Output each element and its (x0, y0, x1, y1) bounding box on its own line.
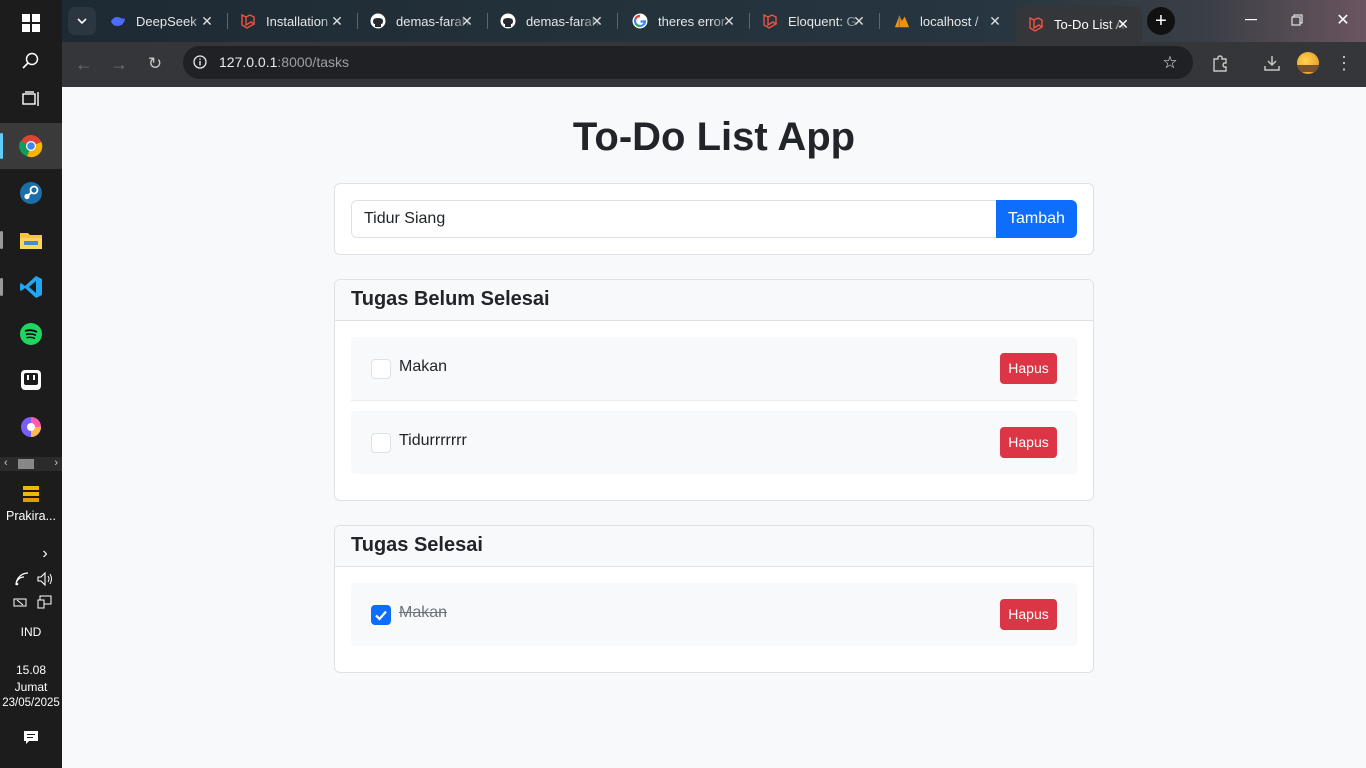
tab-installation[interactable]: Installation ✕ (228, 8, 356, 34)
delete-button[interactable]: Hapus (1000, 353, 1057, 384)
profile-avatar[interactable] (1297, 52, 1319, 74)
add-task-button[interactable]: Tambah (996, 200, 1077, 238)
language-indicator[interactable]: IND (0, 625, 62, 639)
notification-icon[interactable] (21, 729, 41, 747)
close-icon[interactable]: ✕ (986, 12, 1004, 30)
url-path: :8000/tasks (277, 54, 349, 70)
url-host: 127.0.0.1 (219, 54, 278, 70)
extensions-icon[interactable] (1210, 53, 1230, 73)
tab-github-1[interactable]: demas-farah ✕ (358, 8, 486, 34)
list-item: Makan Hapus (351, 583, 1077, 646)
scroll-left-icon[interactable]: ‹ (4, 457, 8, 469)
weather-icon (23, 486, 39, 502)
laravel-icon (762, 13, 778, 29)
spotify-icon[interactable] (0, 311, 62, 357)
weather-label: Prakira... (5, 509, 56, 523)
show-hidden-icons-icon[interactable]: › (36, 545, 54, 563)
tab-separator (879, 13, 880, 29)
google-icon (632, 13, 648, 29)
completed-tasks-heading: Tugas Selesai (335, 526, 1093, 567)
tab-github-2[interactable]: demas-farah ✕ (488, 8, 616, 34)
tab-phpmyadmin[interactable]: localhost / ✕ (882, 8, 1014, 34)
github-icon (370, 13, 386, 29)
tab-eloquent[interactable]: Eloquent: G ✕ (750, 8, 878, 34)
vscode-icon[interactable] (0, 264, 62, 310)
github-icon (500, 13, 516, 29)
task-text: Makan (399, 604, 448, 621)
windows-taskbar: ‹ › Prakira... › IND 15.08 Jumat 23/05/2… (0, 0, 62, 768)
tab-deepseek[interactable]: DeepSeek ✕ (98, 8, 226, 34)
tab-google[interactable]: theres error ✕ (620, 8, 748, 34)
task-text: Makan (399, 358, 448, 375)
close-icon[interactable]: ✕ (458, 12, 476, 30)
tab-title: localhost / (920, 13, 979, 29)
taskbar-scrollbar[interactable]: ‹ › (0, 457, 62, 471)
scroll-thumb[interactable] (18, 459, 34, 469)
pending-tasks-heading: Tugas Belum Selesai (335, 280, 1093, 321)
file-explorer-icon[interactable] (0, 217, 62, 263)
deepseek-icon (110, 13, 126, 29)
list-item: Tidurrrrrrr Hapus (351, 411, 1077, 474)
checkmark-icon (375, 610, 387, 621)
close-icon[interactable]: ✕ (198, 12, 216, 30)
divider (351, 400, 1077, 401)
scroll-right-icon[interactable]: › (54, 457, 58, 469)
phpmyadmin-icon (894, 13, 910, 29)
wifi-icon[interactable] (14, 571, 30, 587)
menu-dots-icon[interactable]: ⋮ (1334, 53, 1354, 73)
close-icon[interactable]: ✕ (850, 12, 868, 30)
window-close-icon[interactable]: ✕ (1320, 6, 1366, 34)
minimize-icon[interactable] (1228, 6, 1274, 34)
weather-widget[interactable]: Prakira... (0, 482, 62, 528)
forward-icon[interactable]: → (107, 52, 131, 76)
site-info-icon[interactable] (192, 54, 208, 70)
delete-button[interactable]: Hapus (1000, 427, 1057, 458)
delete-button[interactable]: Hapus (1000, 599, 1057, 630)
restore-icon[interactable] (1274, 6, 1320, 34)
close-icon[interactable]: ✕ (1114, 15, 1132, 33)
list-item: Makan Hapus (351, 337, 1077, 400)
clock-time[interactable]: 15.08 (0, 663, 62, 677)
tab-search-icon[interactable] (68, 7, 96, 35)
chrome-toolbar: ← → ↻ 127.0.0.1:8000/tasks ☆ ⋮ (62, 42, 1366, 87)
tab-todo-active[interactable]: To-Do List A ✕ (1016, 6, 1142, 42)
address-bar[interactable]: 127.0.0.1:8000/tasks ☆ (183, 46, 1193, 79)
task-checkbox[interactable] (371, 359, 391, 379)
page-content: To-Do List App Tidur Siang Tambah Tugas … (62, 87, 1366, 768)
color-app-icon[interactable] (0, 404, 62, 450)
steam-icon[interactable] (0, 170, 62, 216)
completed-tasks-card: Tugas Selesai Makan Hapus (334, 525, 1094, 673)
clock-date[interactable]: 23/05/2025 (0, 697, 62, 709)
back-icon[interactable]: ← (72, 52, 96, 76)
new-task-input[interactable]: Tidur Siang (351, 200, 997, 238)
laravel-icon (1028, 16, 1044, 32)
add-task-card: Tidur Siang Tambah (334, 183, 1094, 255)
url-text[interactable]: 127.0.0.1:8000/tasks (219, 54, 349, 70)
tab-separator (617, 13, 618, 29)
pending-tasks-card: Tugas Belum Selesai Makan Hapus Tidurrrr… (334, 279, 1094, 501)
volume-icon[interactable] (36, 571, 54, 587)
app-icon[interactable] (0, 357, 62, 403)
clock-day[interactable]: Jumat (0, 680, 62, 694)
new-tab-icon[interactable]: + (1147, 7, 1175, 35)
chrome-icon[interactable] (0, 123, 62, 169)
task-text: Tidurrrrrrr (399, 432, 467, 449)
laravel-icon (240, 13, 256, 29)
bookmark-star-icon[interactable]: ☆ (1160, 53, 1180, 73)
chrome-tab-strip: DeepSeek ✕ Installation ✕ demas-farah ✕ … (62, 0, 1366, 42)
close-icon[interactable]: ✕ (328, 12, 346, 30)
task-view-icon[interactable] (0, 76, 62, 122)
task-checkbox[interactable] (371, 433, 391, 453)
close-icon[interactable]: ✕ (720, 12, 738, 30)
close-icon[interactable]: ✕ (588, 12, 606, 30)
page-title: To-Do List App (572, 115, 856, 159)
download-icon[interactable] (1262, 53, 1282, 73)
network-icon[interactable] (36, 595, 54, 609)
reload-icon[interactable]: ↻ (143, 52, 167, 76)
task-checkbox-checked[interactable] (371, 605, 391, 625)
battery-icon[interactable] (12, 595, 30, 609)
